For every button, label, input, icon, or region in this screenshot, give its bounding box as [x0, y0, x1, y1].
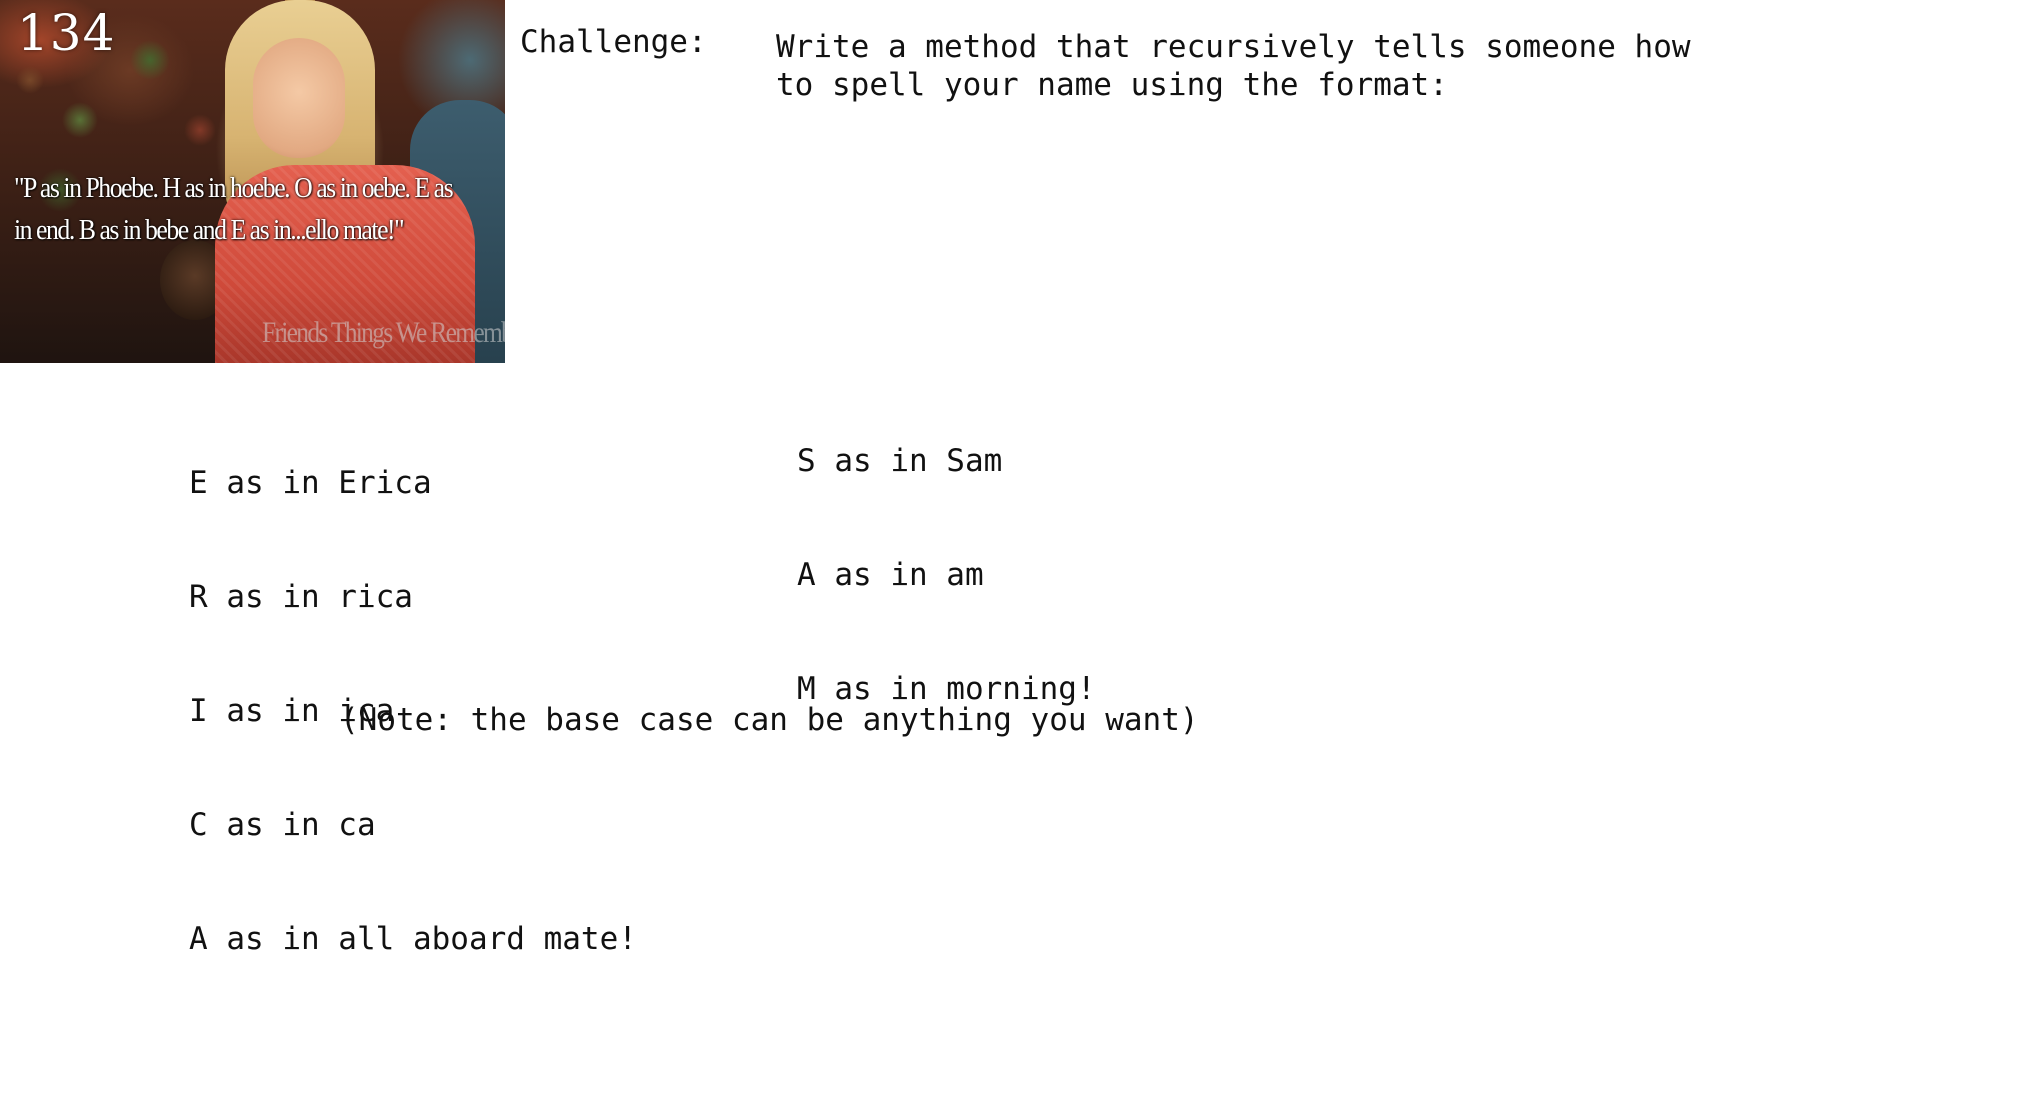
challenge-description: Write a method that recursively tells so…	[776, 29, 1691, 103]
phoebe-face	[253, 38, 345, 158]
meme-image: 134 "P as in Phoebe. H as in hoebe. O as…	[0, 0, 505, 363]
list-item: A as in all aboard mate!	[189, 921, 637, 957]
challenge-label: Challenge:	[520, 24, 707, 60]
example-sam: S as in Sam A as in am M as in morning!	[797, 366, 1096, 746]
example-erica: E as in Erica R as in rica I as in ica C…	[189, 388, 637, 996]
list-item: C as in ca	[189, 807, 376, 843]
base-case-note: (Note: the base case can be anything you…	[340, 702, 1199, 738]
list-item: A as in am	[797, 557, 984, 593]
list-item: S as in Sam	[797, 443, 1003, 479]
meme-number: 134	[17, 4, 116, 62]
meme-quote: "P as in Phoebe. H as in hoebe. O as in …	[14, 173, 454, 246]
list-item: E as in Erica	[189, 465, 432, 501]
list-item: R as in rica	[189, 579, 413, 615]
meme-watermark: Friends Things We Remember	[262, 316, 505, 349]
